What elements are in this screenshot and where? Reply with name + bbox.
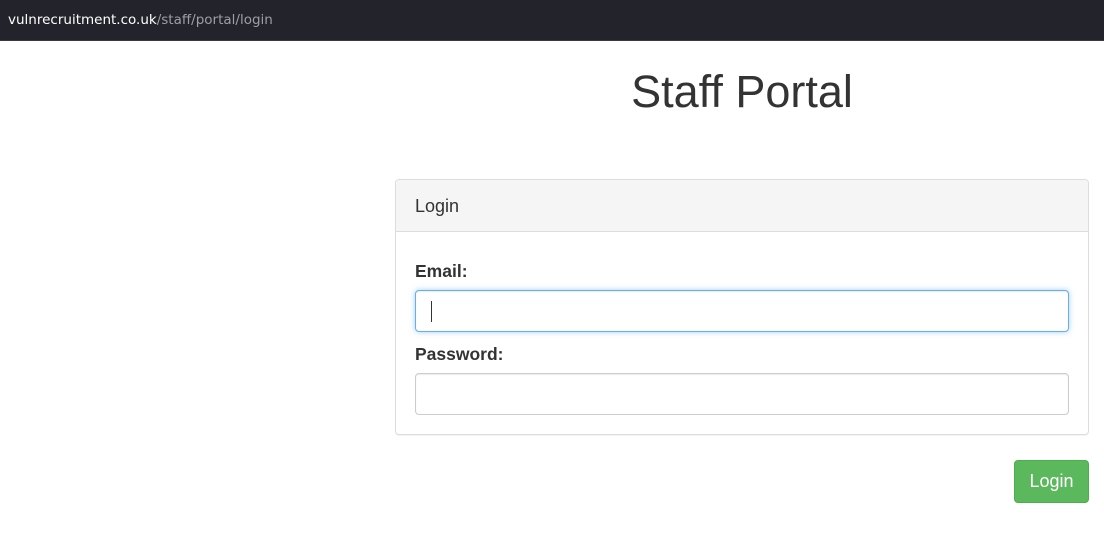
login-button[interactable]: Login xyxy=(1014,460,1089,503)
email-field[interactable] xyxy=(415,290,1069,332)
url-path: /staff/portal/login xyxy=(156,12,273,28)
password-label: Password: xyxy=(415,344,504,364)
text-caret xyxy=(431,301,432,322)
url-text[interactable]: vulnrecruitment.co.uk/staff/portal/login xyxy=(8,11,273,29)
page-title: Staff Portal xyxy=(631,66,853,117)
url-host: vulnrecruitment.co.uk xyxy=(8,12,157,28)
login-panel: Login Email: Password: xyxy=(395,179,1089,435)
login-panel-heading: Login xyxy=(396,180,1088,232)
password-field[interactable] xyxy=(415,373,1069,415)
email-label: Email: xyxy=(415,261,468,281)
browser-address-bar[interactable]: vulnrecruitment.co.uk/staff/portal/login xyxy=(0,0,1104,41)
